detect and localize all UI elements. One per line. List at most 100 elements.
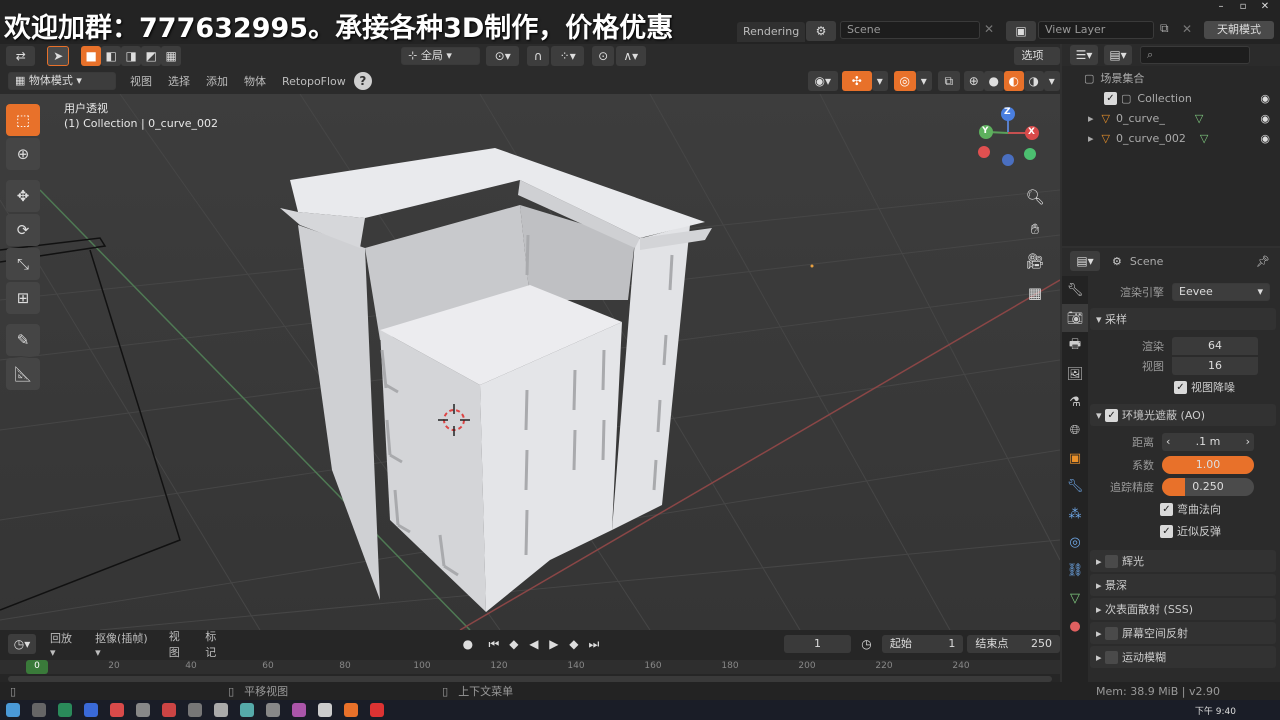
scene-name-field[interactable]: Scene: [840, 21, 980, 39]
constraints-tab-icon[interactable]: ⛓︎: [1062, 556, 1088, 584]
expand-arrow-icon[interactable]: ▸: [1088, 132, 1094, 145]
view-layer-tab-icon[interactable]: 🖼︎: [1062, 360, 1088, 388]
ssr-section-header[interactable]: ▸ 屏幕空间反射: [1090, 622, 1276, 644]
timeline-editor-type[interactable]: ◷▾: [8, 634, 37, 654]
help-icon[interactable]: ?: [353, 72, 372, 90]
measure-tool[interactable]: 📐︎: [6, 358, 40, 390]
start-frame-field[interactable]: 起始 1: [881, 635, 964, 653]
collection-checkbox[interactable]: ✓: [1104, 91, 1117, 105]
playback-menu[interactable]: 回放 ▾: [42, 630, 87, 659]
view-layer-field[interactable]: View Layer: [1038, 21, 1154, 39]
taskbar-app-icon[interactable]: [136, 703, 150, 717]
view-layer-browse-button[interactable]: ▣: [1006, 21, 1036, 41]
options-dropdown[interactable]: 选项 ▾: [1013, 47, 1060, 80]
taskbar-app-icon[interactable]: [58, 703, 72, 717]
play-icon[interactable]: ▶: [544, 634, 564, 654]
decrement-arrow-icon[interactable]: ‹: [1166, 433, 1170, 451]
pin-icon[interactable]: 📌︎: [1256, 255, 1270, 268]
next-keyframe-icon[interactable]: ◆: [564, 634, 584, 654]
outliner-row-scene-collection[interactable]: ▢ 场景集合: [1062, 68, 1280, 88]
shading-dropdown[interactable]: ▾: [1043, 71, 1060, 91]
material-tab-icon[interactable]: ●: [1062, 612, 1088, 640]
outliner-row-object[interactable]: ▸ ▽ 0_curve_ ▽ ◉: [1062, 108, 1280, 128]
keying-menu[interactable]: 抠像(插帧) ▾: [87, 630, 161, 659]
select-subtract-icon[interactable]: ◨: [121, 46, 142, 66]
snap-target-button[interactable]: ⁘▾: [551, 46, 585, 66]
particles-tab-icon[interactable]: ⁂: [1062, 500, 1088, 528]
viewport-denoise-row[interactable]: ✓ 视图降噪: [1062, 376, 1280, 398]
mode-toggle-button[interactable]: 天朝模式: [1204, 21, 1274, 39]
select-tool-button[interactable]: ➤: [47, 46, 70, 66]
expand-arrow-icon[interactable]: ▸: [1088, 112, 1094, 125]
motion-blur-section-header[interactable]: ▸ 运动模糊: [1090, 646, 1276, 668]
select-extend-icon[interactable]: ◧: [101, 46, 122, 66]
ao-enable-checkbox[interactable]: ✓: [1105, 408, 1119, 422]
transform-orientation-dropdown[interactable]: ⊹ 全局 ▾: [401, 47, 480, 65]
jump-end-icon[interactable]: ⏭: [584, 634, 604, 654]
select-box-tool[interactable]: ⬚: [6, 104, 40, 136]
camera-view-icon[interactable]: 🎥︎: [1022, 248, 1048, 274]
workspace-tab-rendering[interactable]: Rendering: [737, 22, 806, 42]
taskbar-app-icon[interactable]: [110, 703, 124, 717]
menu-object[interactable]: 物体: [236, 73, 274, 89]
zoom-icon[interactable]: 🔍︎: [1022, 184, 1048, 210]
modifier-tab-icon[interactable]: 🔧︎: [1062, 472, 1088, 500]
gizmo-dropdown[interactable]: ▾: [871, 71, 888, 91]
falloff-button[interactable]: ∧▾: [616, 46, 646, 66]
sampling-section-header[interactable]: ▾ 采样: [1090, 308, 1276, 330]
gizmo-toggle[interactable]: ✣: [841, 71, 872, 91]
blender-taskbar-icon[interactable]: [344, 703, 358, 717]
menu-view[interactable]: 视图: [122, 73, 160, 89]
menu-select[interactable]: 选择: [160, 73, 198, 89]
mesh-data-tab-icon[interactable]: ▽: [1062, 584, 1088, 612]
snap-toggle-button[interactable]: ∩: [527, 46, 549, 66]
sss-section-header[interactable]: ▸ 次表面散射 (SSS): [1090, 598, 1276, 620]
physics-tab-icon[interactable]: ◎: [1062, 528, 1088, 556]
motion-blur-checkbox[interactable]: [1105, 650, 1119, 664]
taskbar-app-icon[interactable]: [370, 703, 384, 717]
proportional-edit-button[interactable]: ⊙: [592, 46, 615, 66]
minimize-icon[interactable]: –: [1210, 0, 1232, 14]
render-engine-dropdown[interactable]: Eevee ▾: [1172, 283, 1270, 301]
increment-arrow-icon[interactable]: ›: [1246, 433, 1250, 451]
ao-section-header[interactable]: ▾ ✓ 环境光遮蔽 (AO): [1090, 404, 1276, 426]
ao-distance-field[interactable]: ‹ .1 m ›: [1162, 433, 1254, 451]
marker-menu[interactable]: 标记: [197, 628, 234, 660]
play-reverse-icon[interactable]: ◀: [524, 634, 544, 654]
overlay-toggle[interactable]: ◎: [893, 71, 916, 91]
prev-keyframe-icon[interactable]: ◆: [504, 634, 524, 654]
view-layer-close-icon[interactable]: ✕: [1182, 22, 1192, 36]
rotate-tool[interactable]: ⟳: [6, 214, 40, 246]
ssr-checkbox[interactable]: [1105, 626, 1119, 640]
taskbar-app-icon[interactable]: [214, 703, 228, 717]
annotate-tool[interactable]: ✎: [6, 324, 40, 356]
dof-section-header[interactable]: ▸ 景深: [1090, 574, 1276, 596]
timeline-ruler[interactable]: 0 20 40 60 80 100 120 140 160 180 200 220 240: [0, 660, 1060, 674]
start-icon[interactable]: [6, 703, 20, 717]
outliner-row-collection[interactable]: ✓ ▢ Collection ◉: [1062, 88, 1280, 108]
ao-trace-slider[interactable]: 0.250: [1162, 478, 1254, 496]
select-intersect-icon[interactable]: ▦: [161, 46, 182, 66]
ortho-grid-icon[interactable]: ▦: [1022, 280, 1048, 306]
bloom-checkbox[interactable]: [1105, 554, 1119, 568]
display-mode-button[interactable]: ▤▾: [1104, 45, 1132, 65]
taskbar-app-icon[interactable]: [32, 703, 46, 717]
current-frame-field[interactable]: 1: [783, 635, 852, 653]
viewport-denoise-checkbox[interactable]: ✓: [1174, 380, 1187, 394]
properties-editor-type[interactable]: ▤▾: [1070, 251, 1100, 271]
output-tab-icon[interactable]: 🖶︎: [1062, 332, 1088, 360]
menu-retopoflow[interactable]: RetopoFlow: [274, 75, 354, 88]
select-invert-icon[interactable]: ◩: [141, 46, 162, 66]
record-icon[interactable]: ●: [458, 634, 478, 654]
3d-viewport[interactable]: [0, 94, 1060, 630]
outliner-row-object[interactable]: ▸ ▽ 0_curve_002 ▽ ◉: [1062, 128, 1280, 148]
ao-bent-normals-row[interactable]: ✓ 弯曲法向: [1062, 498, 1280, 520]
timeline-view-menu[interactable]: 视图: [161, 628, 198, 660]
taskbar-app-icon[interactable]: [84, 703, 98, 717]
scene-browse-button[interactable]: ⚙: [806, 21, 836, 41]
bloom-section-header[interactable]: ▸ 辉光: [1090, 550, 1276, 572]
eye-icon[interactable]: ◉: [1260, 92, 1270, 105]
taskbar-app-icon[interactable]: [318, 703, 332, 717]
shading-rendered[interactable]: ◑: [1023, 71, 1044, 91]
bent-normals-checkbox[interactable]: ✓: [1160, 502, 1173, 516]
